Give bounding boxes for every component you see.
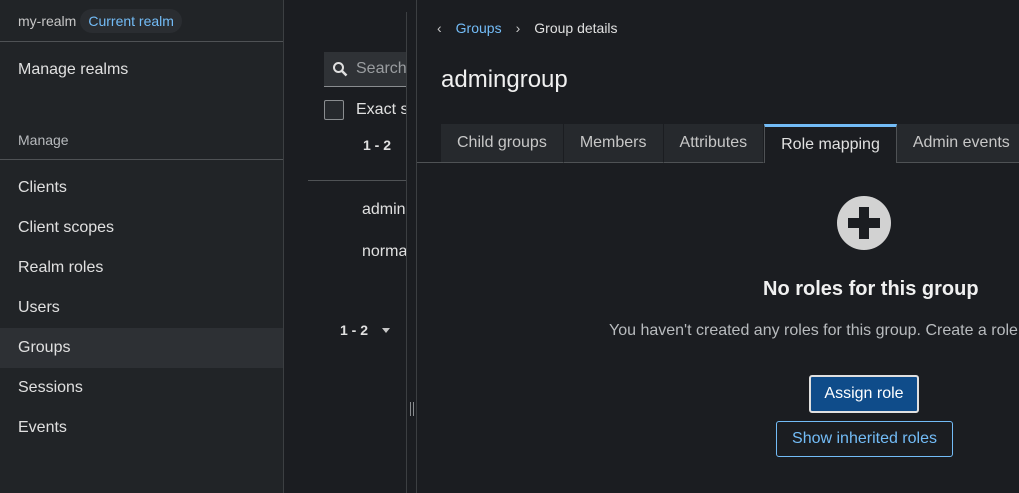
tab-role-mapping[interactable]: Role mapping xyxy=(764,124,897,163)
resize-handle-icon[interactable] xyxy=(410,402,414,416)
sidebar-item-events[interactable]: Events xyxy=(0,408,283,448)
sidebar-item-clients[interactable]: Clients xyxy=(0,168,283,208)
search-icon xyxy=(333,62,348,77)
tab-attributes[interactable]: Attributes xyxy=(663,124,765,163)
pagination-bottom-label: 1 - 2 xyxy=(340,322,369,338)
sidebar-divider xyxy=(0,159,283,160)
search-placeholder: Search xyxy=(356,60,406,77)
section-label-manage: Manage xyxy=(18,132,69,148)
pagination-top[interactable]: 1 - 2 xyxy=(363,137,391,153)
plus-circle-icon xyxy=(837,196,891,250)
tab-bar: Child groups Members Attributes Role map… xyxy=(441,124,1019,163)
page-title: admingroup xyxy=(441,66,568,93)
list-item[interactable]: admin xyxy=(362,201,406,219)
realm-name: my-realm xyxy=(18,12,77,29)
list-item[interactable]: norma xyxy=(362,243,406,261)
groups-list-pane: Search Exact s 1 - 2 admin norma 1 - 2 xyxy=(285,0,406,493)
sidebar-item-realm-roles[interactable]: Realm roles xyxy=(0,248,283,288)
tab-admin-events[interactable]: Admin events xyxy=(896,124,1019,163)
empty-state-title: No roles for this group xyxy=(763,278,979,300)
chevron-left-icon[interactable]: ‹ xyxy=(437,20,442,36)
sidebar-item-manage-realms[interactable]: Manage realms xyxy=(0,50,283,90)
sidebar: my-realm Current realm Manage realms Man… xyxy=(0,0,284,493)
caret-down-icon xyxy=(382,327,391,333)
list-divider xyxy=(308,180,406,181)
pane-resizer[interactable] xyxy=(406,12,416,493)
plus-vertical-bar xyxy=(859,207,869,239)
tab-members[interactable]: Members xyxy=(563,124,664,163)
exact-search-option[interactable]: Exact s xyxy=(324,100,406,120)
current-realm-badge: Current realm xyxy=(80,8,182,33)
chevron-right-icon: › xyxy=(515,20,521,36)
breadcrumb-link-groups[interactable]: Groups xyxy=(456,20,502,36)
search-input[interactable]: Search xyxy=(324,52,406,87)
assign-role-button[interactable]: Assign role xyxy=(809,375,919,413)
breadcrumb-current: Group details xyxy=(534,20,618,36)
group-details-pane: ‹ Groups › Group details admingroup Chil… xyxy=(416,0,1019,493)
pagination-bottom[interactable]: 1 - 2 xyxy=(340,322,391,338)
sidebar-item-client-scopes[interactable]: Client scopes xyxy=(0,208,283,248)
tab-child-groups[interactable]: Child groups xyxy=(441,124,564,163)
realm-selector[interactable]: my-realm Current realm xyxy=(0,0,283,42)
exact-search-label: Exact s xyxy=(356,101,406,118)
show-inherited-roles-button[interactable]: Show inherited roles xyxy=(776,421,953,457)
sidebar-item-groups[interactable]: Groups xyxy=(0,328,283,368)
sidebar-item-sessions[interactable]: Sessions xyxy=(0,368,283,408)
exact-search-checkbox[interactable] xyxy=(324,100,344,120)
sidebar-item-users[interactable]: Users xyxy=(0,288,283,328)
breadcrumb: ‹ Groups › Group details xyxy=(437,20,618,36)
empty-state-body: You haven't created any roles for this g… xyxy=(609,322,1019,339)
